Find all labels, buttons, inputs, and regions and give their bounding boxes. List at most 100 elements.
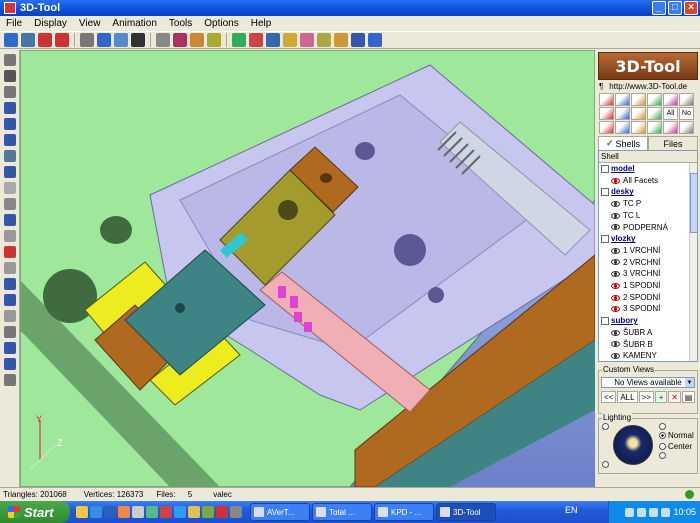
shell-item[interactable]: All Facets <box>601 175 697 187</box>
view-tool-icon[interactable] <box>3 374 16 386</box>
shell-tool-icon[interactable] <box>663 93 678 106</box>
eye-icon[interactable] <box>611 177 620 184</box>
toolbar-tool-icon[interactable] <box>368 33 382 47</box>
quick-launch-icon[interactable] <box>160 506 172 518</box>
shell-tool-icon[interactable] <box>647 93 662 106</box>
eye-icon[interactable] <box>611 341 620 348</box>
shell-tool-icon[interactable] <box>679 121 694 134</box>
toolbar-tool-icon[interactable] <box>190 33 204 47</box>
shell-group[interactable]: desky <box>601 186 697 198</box>
all-views-button[interactable]: ALL <box>617 391 638 403</box>
tray-icon[interactable] <box>625 507 635 517</box>
view-tool-icon[interactable] <box>3 198 16 210</box>
view-tool-icon[interactable] <box>3 118 16 130</box>
view-tool-icon[interactable] <box>3 86 16 98</box>
shell-tool-icon[interactable] <box>631 121 646 134</box>
shell-item[interactable]: 2 SPODNÍ <box>601 292 697 304</box>
group-toggle-icon[interactable] <box>601 164 609 173</box>
toolbar-tool-icon[interactable] <box>232 33 246 47</box>
view-tool-icon[interactable] <box>3 230 16 242</box>
toolbar-tool-icon[interactable] <box>249 33 263 47</box>
menu-view[interactable]: View <box>73 18 107 29</box>
group-toggle-icon[interactable] <box>601 316 609 325</box>
eye-icon[interactable] <box>611 282 620 289</box>
quick-launch-icon[interactable] <box>216 506 228 518</box>
tray-icon[interactable] <box>661 507 671 517</box>
toolbar-tool-icon[interactable] <box>317 33 331 47</box>
menu-options[interactable]: Options <box>198 18 244 29</box>
view-tool-icon[interactable] <box>3 342 16 354</box>
toolbar-tool-icon[interactable] <box>156 33 170 47</box>
toolbar-tool-icon[interactable] <box>300 33 314 47</box>
delete-view-button[interactable]: ✕ <box>668 391 681 403</box>
scroll-thumb[interactable] <box>690 173 697 233</box>
toolbar-tool-icon[interactable] <box>97 33 111 47</box>
eye-icon[interactable] <box>611 306 620 313</box>
shell-all-button[interactable]: All <box>663 107 678 120</box>
chevron-down-icon[interactable]: ▼ <box>685 378 694 387</box>
eye-icon[interactable] <box>611 329 620 336</box>
group-toggle-icon[interactable] <box>601 235 609 244</box>
shell-item[interactable]: 3 VRCHNÍ <box>601 268 697 280</box>
eye-icon[interactable] <box>611 294 620 301</box>
taskbar-task-button[interactable]: 3D-Tool <box>436 503 496 521</box>
shell-tool-icon[interactable] <box>599 121 614 134</box>
view-tool-icon[interactable] <box>3 166 16 178</box>
view-tool-icon[interactable] <box>3 294 16 306</box>
eye-icon[interactable] <box>611 224 620 231</box>
toolbar-tool-icon[interactable] <box>131 33 145 47</box>
shell-item[interactable]: KAMENY <box>601 350 697 361</box>
toolbar-tool-icon[interactable] <box>207 33 221 47</box>
eye-icon[interactable] <box>611 353 620 360</box>
toolbar-tool-icon[interactable] <box>266 33 280 47</box>
shell-tool-icon[interactable] <box>647 121 662 134</box>
toolbar-tool-icon[interactable] <box>38 33 52 47</box>
view-tool-icon[interactable] <box>3 310 16 322</box>
eye-icon[interactable] <box>611 271 620 278</box>
shell-item[interactable]: ŠUBR B <box>601 339 697 351</box>
quick-launch-icon[interactable] <box>132 506 144 518</box>
view-tool-icon[interactable] <box>3 182 16 194</box>
quick-launch-icon[interactable] <box>118 506 130 518</box>
view-settings-button[interactable]: ▤ <box>682 391 695 403</box>
shell-item[interactable]: PODPERNÁ <box>601 222 697 234</box>
tray-icon[interactable] <box>649 507 659 517</box>
next-view-button[interactable]: >> <box>638 391 654 403</box>
quick-launch-icon[interactable] <box>230 506 242 518</box>
tab-files[interactable]: Files <box>648 136 698 150</box>
light-radio-top[interactable] <box>659 423 666 430</box>
shell-group[interactable]: vlozky <box>601 233 697 245</box>
eye-icon[interactable] <box>611 200 620 207</box>
shell-tool-icon[interactable] <box>615 121 630 134</box>
view-tool-icon[interactable] <box>3 102 16 114</box>
lighting-sphere[interactable] <box>613 425 653 465</box>
shell-tool-icon[interactable] <box>631 93 646 106</box>
toolbar-tool-icon[interactable] <box>114 33 128 47</box>
tray-icon[interactable] <box>637 507 647 517</box>
toolbar-tool-icon[interactable] <box>55 33 69 47</box>
shell-scrollbar[interactable] <box>689 163 697 361</box>
menu-help[interactable]: Help <box>245 18 278 29</box>
menu-animation[interactable]: Animation <box>106 18 162 29</box>
light-radio-topleft[interactable] <box>602 423 609 430</box>
eye-icon[interactable] <box>611 212 620 219</box>
view-tool-icon[interactable] <box>3 358 16 370</box>
toolbar-tool-icon[interactable] <box>80 33 94 47</box>
eye-icon[interactable] <box>611 259 620 266</box>
toolbar-tool-icon[interactable] <box>173 33 187 47</box>
shell-item[interactable]: 2 VRCHNÍ <box>601 257 697 269</box>
pin-icon[interactable]: ¶ <box>599 82 603 91</box>
view-tool-icon[interactable] <box>3 246 16 258</box>
light-radio-bottom[interactable] <box>659 452 666 459</box>
shell-tool-icon[interactable] <box>679 93 694 106</box>
language-indicator[interactable]: EN <box>565 505 578 515</box>
view-tool-icon[interactable] <box>3 70 16 82</box>
taskbar-task-button[interactable]: Total ... <box>312 503 372 521</box>
shell-tool-icon[interactable] <box>615 93 630 106</box>
toolbar-tool-icon[interactable] <box>21 33 35 47</box>
close-button[interactable]: × <box>684 1 698 15</box>
menu-display[interactable]: Display <box>28 18 73 29</box>
light-radio-bottomleft[interactable] <box>602 461 609 468</box>
menu-tools[interactable]: Tools <box>163 18 198 29</box>
light-radio-normal[interactable] <box>659 432 666 439</box>
